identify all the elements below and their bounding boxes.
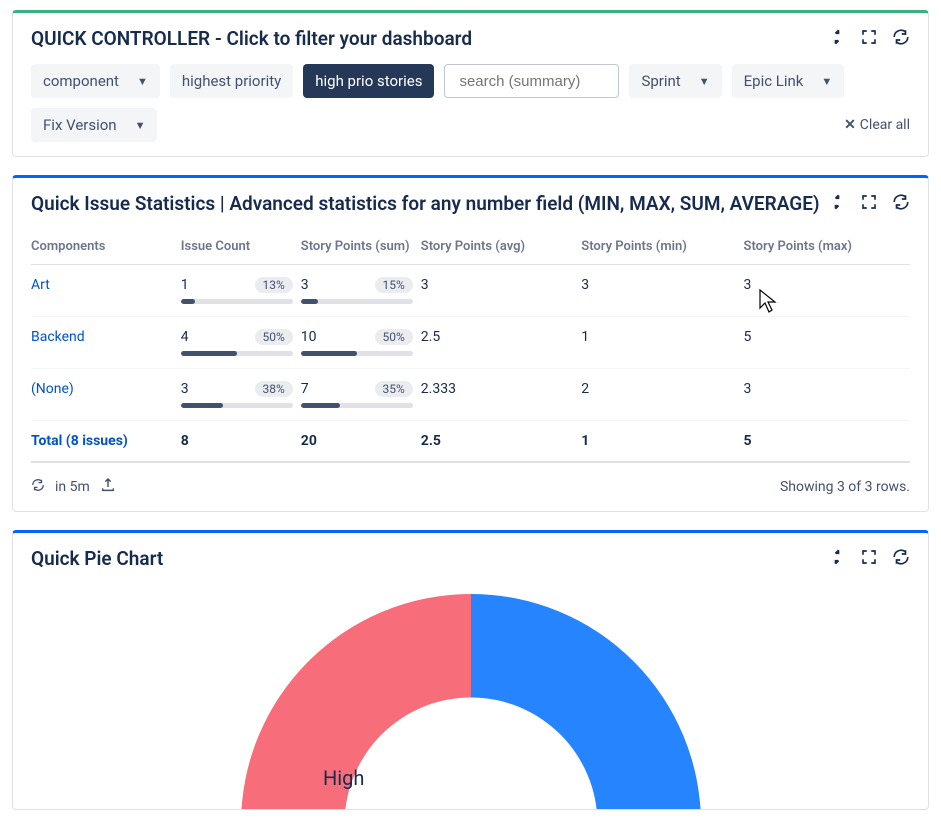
highest-priority-chip[interactable]: highest priority — [170, 64, 293, 98]
chevron-down-icon: ▼ — [821, 75, 832, 88]
maximize-icon[interactable] — [860, 548, 878, 570]
chevron-down-icon: ▼ — [135, 119, 146, 132]
chevron-down-icon: ▼ — [137, 75, 148, 88]
high-prio-stories-chip[interactable]: high prio stories — [303, 64, 434, 98]
epic-link-select-label: Epic Link — [744, 72, 804, 90]
table-row-total: Total (8 issues)8202.515 — [31, 421, 910, 463]
showing-rows-label: Showing 3 of 3 rows. — [780, 479, 910, 495]
search-field[interactable] — [444, 64, 619, 98]
total-min: 1 — [581, 421, 743, 463]
search-input[interactable] — [457, 72, 606, 91]
collapse-icon[interactable] — [828, 193, 846, 215]
sp-min-cell: 3 — [581, 265, 743, 317]
sp-sum-cell: 315% — [301, 265, 421, 317]
refresh-icon[interactable] — [892, 548, 910, 570]
total-count: 8 — [181, 421, 301, 463]
refresh-in-label: in 5m — [55, 479, 90, 495]
pct-badge: 50% — [255, 329, 293, 345]
sp-avg-cell: 2.333 — [421, 369, 582, 421]
pie-title: Quick Pie Chart — [31, 547, 163, 570]
sprint-select-label: Sprint — [641, 72, 680, 90]
table-row: Art113%315%333 — [31, 265, 910, 317]
component-select[interactable]: component ▼ — [31, 64, 160, 98]
pct-badge: 13% — [255, 277, 293, 293]
refresh-icon[interactable] — [31, 478, 45, 496]
fix-version-select-label: Fix Version — [43, 116, 117, 134]
component-link[interactable]: (None) — [31, 369, 181, 421]
pie-svg — [241, 594, 701, 809]
pct-badge: 35% — [375, 381, 413, 397]
total-label[interactable]: Total (8 issues) — [31, 421, 181, 463]
table-row: (None)338%735%2.33323 — [31, 369, 910, 421]
sp-max-cell: 3 — [744, 369, 910, 421]
quick-pie-chart-panel: Quick Pie Chart High — [12, 530, 929, 810]
pie-chart: High — [31, 584, 910, 809]
sp-avg-cell: 3 — [421, 265, 582, 317]
panel-actions — [828, 548, 910, 570]
col-issue-count: Issue Count — [181, 229, 301, 265]
issue-count-cell: 113% — [181, 265, 301, 317]
close-icon: ✕ — [844, 117, 856, 133]
progress-bar — [181, 403, 293, 408]
sp-min-cell: 1 — [581, 317, 743, 369]
epic-link-select[interactable]: Epic Link ▼ — [732, 64, 845, 98]
clear-all-button[interactable]: ✕ Clear all — [844, 117, 910, 133]
refresh-icon[interactable] — [892, 28, 910, 50]
quick-controller-panel: QUICK CONTROLLER - Click to filter your … — [12, 10, 929, 157]
sp-max-cell: 3 — [744, 265, 910, 317]
component-select-label: component — [43, 72, 119, 90]
sp-sum-cell: 1050% — [301, 317, 421, 369]
fix-version-select[interactable]: Fix Version ▼ — [31, 108, 157, 142]
progress-bar — [301, 351, 413, 356]
refresh-icon[interactable] — [892, 193, 910, 215]
table-row: Backend450%1050%2.515 — [31, 317, 910, 369]
sp-max-cell: 5 — [744, 317, 910, 369]
col-sp-max: Story Points (max) — [744, 229, 910, 265]
sprint-select[interactable]: Sprint ▼ — [629, 64, 721, 98]
panel-actions — [828, 28, 910, 50]
stats-table: Components Issue Count Story Points (sum… — [31, 229, 910, 463]
progress-bar — [181, 299, 293, 304]
progress-bar — [301, 299, 413, 304]
component-link[interactable]: Backend — [31, 317, 181, 369]
total-sum: 20 — [301, 421, 421, 463]
issue-count-cell: 450% — [181, 317, 301, 369]
pie-label-high: High — [323, 766, 364, 790]
component-link[interactable]: Art — [31, 265, 181, 317]
maximize-icon[interactable] — [860, 193, 878, 215]
pct-badge: 38% — [255, 381, 293, 397]
col-sp-sum: Story Points (sum) — [301, 229, 421, 265]
sp-sum-cell: 735% — [301, 369, 421, 421]
col-sp-min: Story Points (min) — [581, 229, 743, 265]
filters-row: component ▼ highest priority high prio s… — [31, 64, 910, 98]
pie-slice-other[interactable] — [471, 594, 701, 809]
chevron-down-icon: ▼ — [699, 75, 710, 88]
clear-all-label: Clear all — [860, 117, 910, 133]
progress-bar — [181, 351, 293, 356]
panel-actions — [828, 193, 910, 215]
collapse-icon[interactable] — [828, 28, 846, 50]
stats-title: Quick Issue Statistics | Advanced statis… — [31, 192, 820, 215]
progress-bar — [301, 403, 413, 408]
quick-issue-statistics-panel: Quick Issue Statistics | Advanced statis… — [12, 175, 929, 512]
total-avg: 2.5 — [421, 421, 582, 463]
sp-avg-cell: 2.5 — [421, 317, 582, 369]
export-icon[interactable] — [100, 477, 116, 497]
col-components: Components — [31, 229, 181, 265]
total-max: 5 — [744, 421, 910, 463]
maximize-icon[interactable] — [860, 28, 878, 50]
collapse-icon[interactable] — [828, 548, 846, 570]
pct-badge: 15% — [375, 277, 413, 293]
quick-controller-title: QUICK CONTROLLER - Click to filter your … — [31, 27, 472, 50]
sp-min-cell: 2 — [581, 369, 743, 421]
col-sp-avg: Story Points (avg) — [421, 229, 582, 265]
pct-badge: 50% — [375, 329, 413, 345]
issue-count-cell: 338% — [181, 369, 301, 421]
